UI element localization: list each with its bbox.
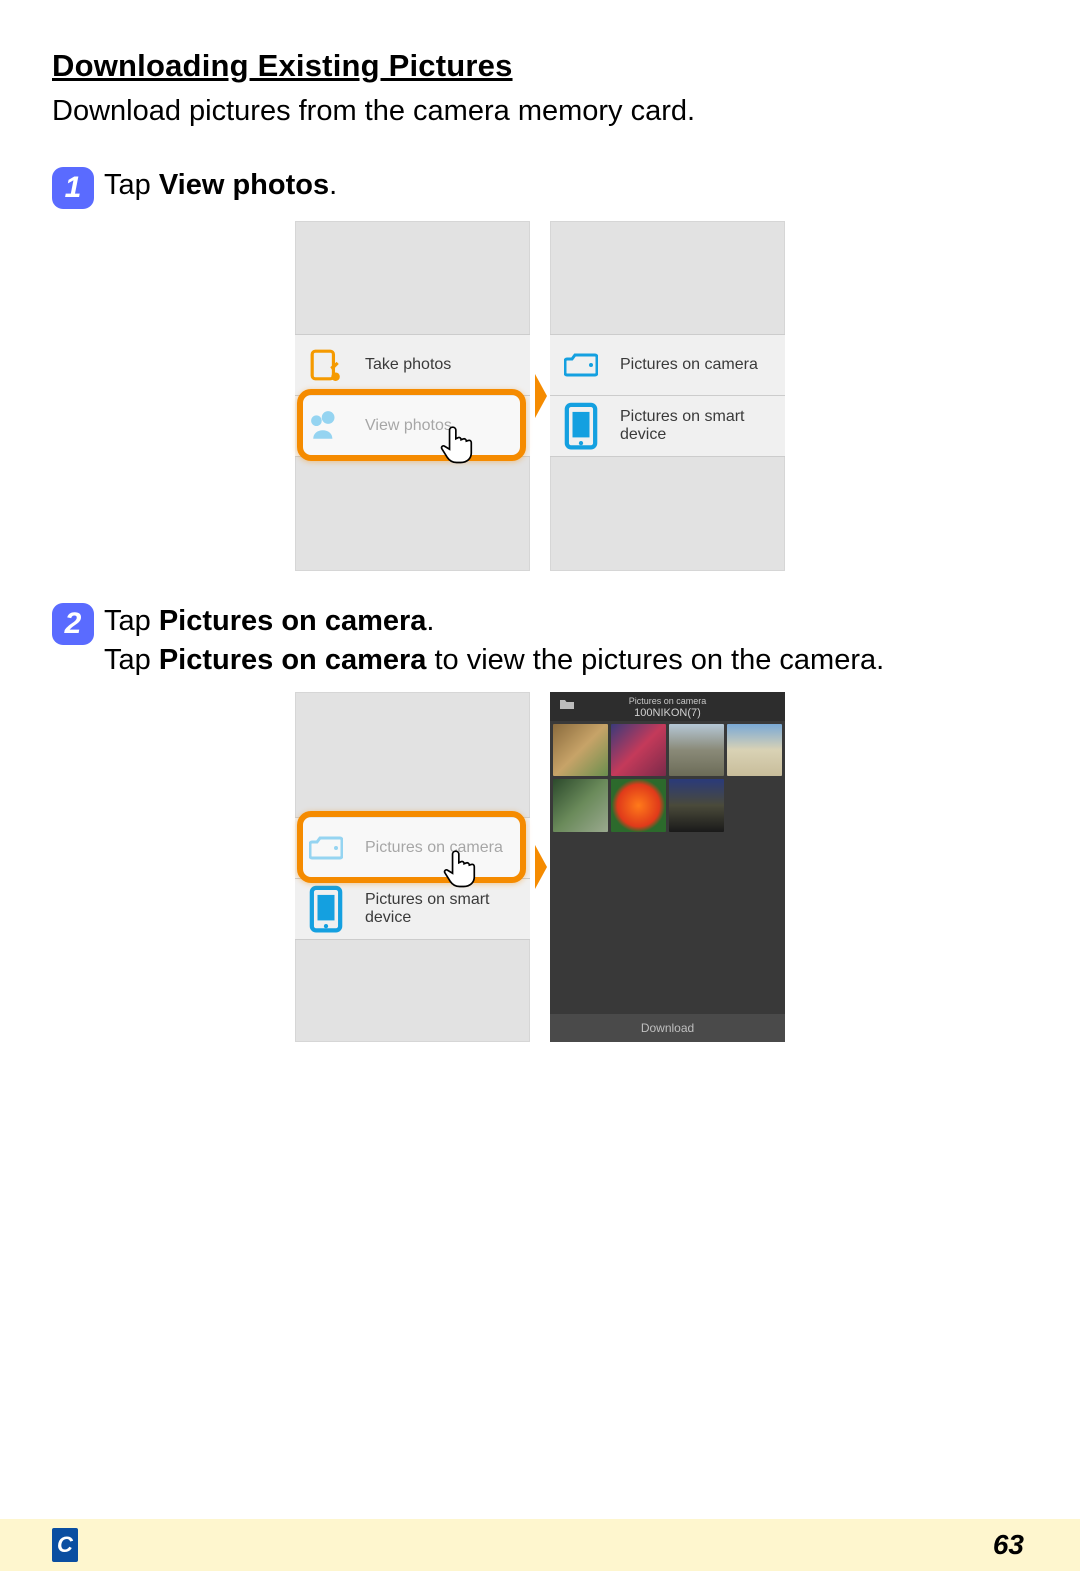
phone-screen-right: Pictures on camera Pictures on smart dev… <box>550 221 785 571</box>
section-title: Downloading Existing Pictures <box>52 48 1028 84</box>
page-footer: C 63 <box>0 1519 1080 1571</box>
thumbnail[interactable] <box>669 724 724 776</box>
step-1-title: Tap View photos. <box>104 167 1028 205</box>
thumbnail[interactable] <box>611 779 666 831</box>
menu-label: Pictures on smart device <box>620 408 785 445</box>
menu-item-pictures-on-device[interactable]: Pictures on smart device <box>550 395 785 457</box>
step-2-subtext: Tap Pictures on camera to view the pictu… <box>104 641 1028 680</box>
gallery-screen: Pictures on camera 100NIKON(7) Download <box>550 692 785 1042</box>
phone-screen-left: Pictures on camera Pictures on smart dev… <box>295 692 530 1042</box>
section-intro: Download pictures from the camera memory… <box>52 92 1028 131</box>
step-1-figure: Take photos View photos <box>52 221 1028 571</box>
highlight-box <box>297 389 526 461</box>
menu-item-take-photos[interactable]: Take photos <box>295 334 530 396</box>
menu-item-pictures-on-camera[interactable]: Pictures on camera <box>550 334 785 396</box>
step-2: 2 Tap Pictures on camera. Tap Pictures o… <box>52 603 1028 680</box>
camera-icon <box>564 348 598 382</box>
thumbnail[interactable] <box>669 779 724 831</box>
gallery-subtitle: 100NIKON(7) <box>550 707 785 719</box>
step-2-figure: Pictures on camera Pictures on smart dev… <box>52 692 1028 1042</box>
download-button[interactable]: Download <box>550 1014 785 1042</box>
thumbnail[interactable] <box>727 724 782 776</box>
folder-icon <box>560 698 574 711</box>
take-photos-icon <box>309 348 343 382</box>
page-number: 63 <box>993 1529 1024 1561</box>
thumbnail[interactable] <box>611 724 666 776</box>
smart-device-icon <box>309 892 343 926</box>
step-number-badge: 2 <box>52 603 94 645</box>
flow-arrow-icon <box>535 845 547 889</box>
step-1: 1 Tap View photos. <box>52 167 1028 209</box>
smart-device-icon <box>564 409 598 443</box>
section-tab: C <box>52 1528 78 1562</box>
gallery-header: Pictures on camera 100NIKON(7) <box>550 692 785 721</box>
tap-hand-icon <box>438 423 480 465</box>
phone-screen-left: Take photos View photos <box>295 221 530 571</box>
menu-item-pictures-on-device[interactable]: Pictures on smart device <box>295 878 530 940</box>
gallery-title: Pictures on camera <box>629 696 707 706</box>
menu-label: Pictures on camera <box>620 356 758 374</box>
tap-hand-icon <box>441 847 483 889</box>
highlight-box <box>297 811 526 883</box>
flow-arrow-icon <box>535 374 547 418</box>
menu-label: Pictures on smart device <box>365 891 530 928</box>
step-2-title: Tap Pictures on camera. <box>104 603 1028 641</box>
menu-label: Take photos <box>365 356 451 374</box>
thumbnail[interactable] <box>553 779 608 831</box>
thumbnail-grid <box>550 721 785 835</box>
step-number-badge: 1 <box>52 167 94 209</box>
thumbnail[interactable] <box>553 724 608 776</box>
